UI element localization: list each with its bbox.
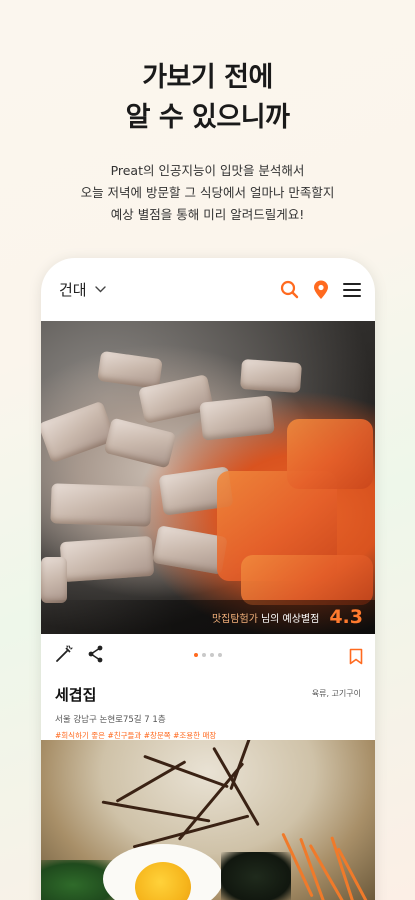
location-pin-icon[interactable] (313, 280, 329, 300)
description-line-2: 오늘 저녁에 방문할 그 식당에서 얼마나 만족할지 (80, 185, 335, 200)
promo-headline: 가보기 전에 알 수 있으니까 (0, 58, 415, 138)
menu-icon[interactable] (343, 282, 361, 298)
phone-mockup: 건대 맛집탐험가 님의 예상별점 4.3 세겹집 육류, 고기구이 서울 강남구… (41, 258, 375, 900)
chevron-down-icon (94, 286, 106, 293)
description-line-1: Preat의 인공지능이 입맛을 분석해서 (110, 163, 305, 178)
write-review-icon[interactable] (55, 645, 73, 667)
app-bar: 건대 (41, 258, 375, 321)
headline-line-2: 알 수 있으니까 (125, 102, 290, 133)
share-icon[interactable] (87, 645, 104, 667)
restaurant-photo[interactable]: 맛집탐험가 님의 예상별점 4.3 (41, 321, 375, 634)
predicted-rating-score: 4.3 (329, 606, 363, 628)
location-selector[interactable]: 건대 (59, 279, 106, 300)
restaurant-info[interactable]: 세겹집 육류, 고기구이 서울 강남구 논현로75길 7 1층 #회식하기 좋은… (41, 678, 375, 740)
promo-description: Preat의 인공지능이 입맛을 분석해서 오늘 저녁에 방문할 그 식당에서 … (0, 160, 415, 226)
restaurant-address: 서울 강남구 논현로75길 7 1층 (55, 715, 166, 725)
predicted-rating-bar: 맛집탐험가 님의 예상별점 4.3 (41, 600, 375, 634)
next-restaurant-photo[interactable] (41, 740, 375, 900)
rating-label: 님의 예상별점 (260, 613, 320, 625)
restaurant-category: 육류, 고기구이 (311, 689, 361, 698)
bookmark-icon[interactable] (349, 648, 363, 665)
card-actions (41, 634, 375, 678)
description-line-3: 예상 별점을 통해 미리 알려드릴게요! (110, 207, 305, 222)
photo-pagination (194, 653, 222, 657)
rating-username: 맛집탐험가 (211, 613, 258, 625)
headline-line-1: 가보기 전에 (142, 62, 273, 93)
search-icon[interactable] (280, 280, 299, 299)
location-label: 건대 (59, 281, 87, 299)
